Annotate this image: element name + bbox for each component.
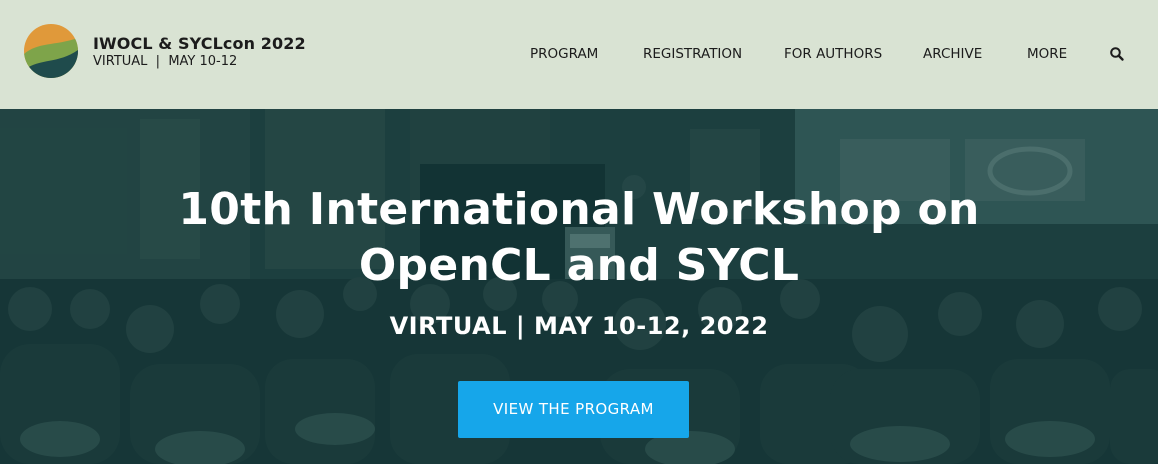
nav-item-archive[interactable]: ARCHIVE — [923, 45, 982, 63]
site-header: IWOCL & SYCLcon 2022 VIRTUAL | MAY 10-12… — [0, 0, 1158, 109]
main-nav: PROGRAM REGISTRATION FOR AUTHORS ARCHIVE… — [0, 45, 1158, 65]
nav-item-for-authors[interactable]: FOR AUTHORS — [784, 45, 882, 63]
hero-subtitle: VIRTUAL | MAY 10-12, 2022 — [389, 312, 769, 340]
view-program-button[interactable]: VIEW THE PROGRAM — [458, 381, 689, 438]
nav-item-more[interactable]: MORE — [1027, 45, 1067, 63]
hero-title: 10th International Workshop on OpenCL an… — [0, 182, 1158, 294]
hero-banner: 10th International Workshop on OpenCL an… — [0, 109, 1158, 464]
hero-title-line-2: OpenCL and SYCL — [358, 240, 800, 291]
nav-item-program[interactable]: PROGRAM — [530, 45, 598, 63]
hero-title-line-1: 10th International Workshop on — [178, 184, 980, 235]
nav-item-registration[interactable]: REGISTRATION — [643, 45, 742, 63]
search-icon[interactable] — [1109, 46, 1125, 62]
